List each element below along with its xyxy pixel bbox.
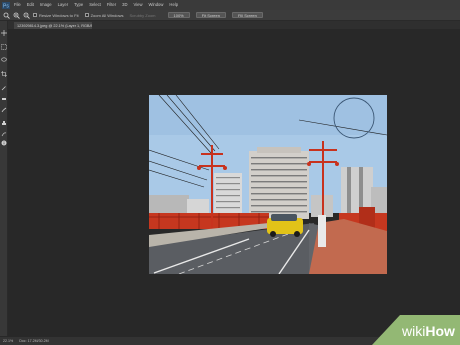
- menu-3d[interactable]: 3D: [122, 0, 127, 10]
- info-tool-icon[interactable]: [1, 140, 7, 146]
- healing-brush-tool-icon[interactable]: [1, 96, 7, 102]
- document-size: Doc: 17.2M/30.2M: [19, 339, 49, 343]
- menu-type[interactable]: Type: [74, 0, 83, 10]
- zoom-out-icon[interactable]: [23, 12, 30, 19]
- document-tab[interactable]: 123929814.3.jpeg @ 22.1% (Layer 1, RGB/8…: [14, 22, 92, 29]
- menu-bar: Ps File Edit Image Layer Type Select Fil…: [0, 0, 460, 10]
- brush-tool-icon[interactable]: [1, 107, 7, 113]
- move-tool-icon[interactable]: [1, 30, 7, 36]
- svg-text:wikiHow: wikiHow: [401, 323, 455, 339]
- resize-windows-label: Resize Windows to Fit: [39, 12, 79, 18]
- tools-panel: [0, 21, 8, 336]
- history-brush-tool-icon[interactable]: [1, 131, 7, 137]
- zoom-in-icon[interactable]: [13, 12, 20, 19]
- menu-image[interactable]: Image: [40, 0, 52, 10]
- menu-layer[interactable]: Layer: [58, 0, 68, 10]
- scrubby-zoom-checkbox[interactable]: Scrubby Zoom: [129, 13, 161, 18]
- photoshop-logo-icon[interactable]: Ps: [2, 1, 10, 9]
- checkbox-box[interactable]: [33, 13, 37, 17]
- wikihow-watermark: wikiHow: [372, 315, 460, 345]
- checkbox-box[interactable]: [84, 13, 89, 17]
- crop-tool-icon[interactable]: [1, 71, 7, 77]
- menu-help[interactable]: Help: [169, 0, 178, 10]
- marquee-tool-icon[interactable]: [1, 44, 7, 50]
- menu-edit[interactable]: Edit: [27, 0, 34, 10]
- menu-window[interactable]: Window: [149, 0, 164, 10]
- zoom-all-windows-checkbox[interactable]: Zoom All Windows: [84, 12, 124, 18]
- clone-stamp-tool-icon[interactable]: [1, 120, 7, 126]
- fit-screen-button[interactable]: Fit Screen: [195, 11, 226, 19]
- resize-windows-checkbox[interactable]: Resize Windows to Fit: [33, 13, 79, 18]
- fill-screen-button[interactable]: Fill Screen: [231, 11, 263, 19]
- zoom-level[interactable]: 22.1%: [3, 339, 13, 343]
- zoom-tool-preset-icon[interactable]: [3, 12, 10, 19]
- menu-view[interactable]: View: [134, 0, 143, 10]
- document-image[interactable]: [149, 95, 387, 274]
- scrubby-zoom-label: Scrubby Zoom: [129, 12, 156, 18]
- menu-select[interactable]: Select: [89, 0, 101, 10]
- zoom-all-windows-label: Zoom All Windows: [90, 12, 124, 18]
- lasso-tool-icon[interactable]: [1, 57, 7, 63]
- menu-file[interactable]: File: [14, 0, 21, 10]
- document-tab-bar: 123929814.3.jpeg @ 22.1% (Layer 1, RGB/8…: [8, 21, 460, 29]
- document-tab-title: 123929814.3.jpeg @ 22.1% (Layer 1, RGB/8…: [17, 23, 92, 28]
- zoom-100-button[interactable]: 100%: [167, 11, 190, 19]
- eyedropper-tool-icon[interactable]: [1, 85, 7, 91]
- svg-text:Ps: Ps: [3, 3, 9, 9]
- options-bar: Resize Windows to Fit Zoom All Windows S…: [0, 10, 460, 21]
- menu-filter[interactable]: Filter: [107, 0, 116, 10]
